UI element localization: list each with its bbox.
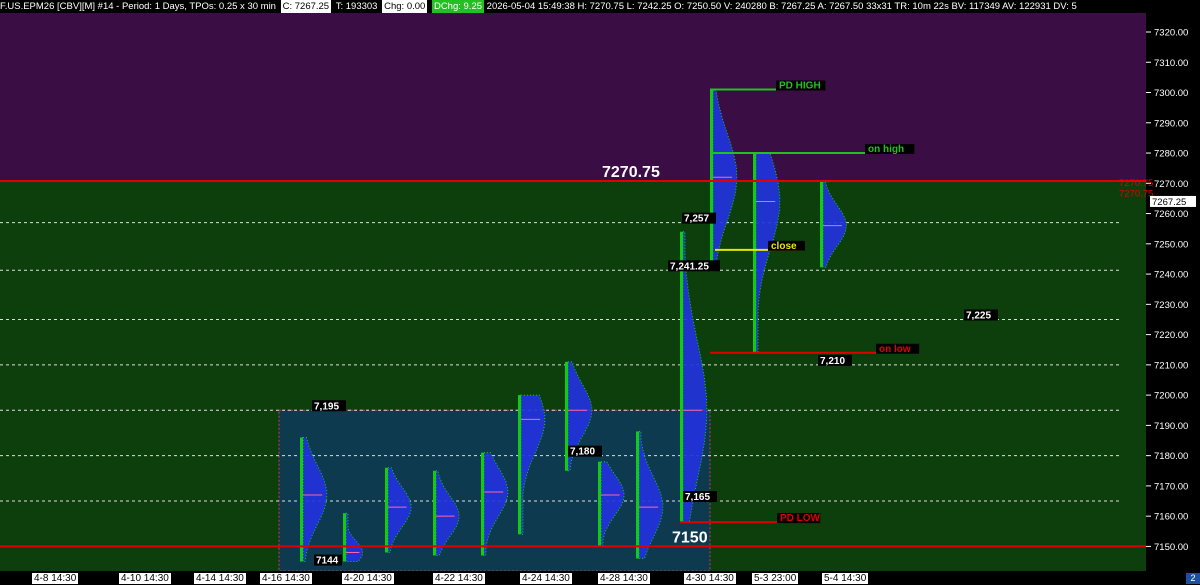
y-tick-label: 7230.00 [1154, 300, 1188, 311]
level-label: 7144 [316, 556, 339, 567]
level-label: 7270.75 [602, 164, 660, 181]
annotation-label: on high [868, 144, 904, 155]
x-axis-label: 4-30 14:30 [684, 573, 736, 584]
level-label: 7150 [672, 529, 708, 546]
price-tag: 7270.75 [1119, 189, 1153, 200]
y-tick-label: 7280.00 [1154, 149, 1188, 160]
y-tick-label: 7220.00 [1154, 330, 1188, 341]
level-label: 7,241.25 [670, 261, 709, 272]
y-tick-label: 7210.00 [1154, 360, 1188, 371]
annotation-label: on low [879, 344, 911, 355]
profile-range-bar [433, 470, 436, 556]
x-axis-label: 4-24 14:30 [520, 573, 572, 584]
level-label: 7,180 [570, 447, 595, 458]
x-axis-label: 4-8 14:30 [32, 573, 79, 584]
x-axis-label: 4-10 14:30 [119, 573, 171, 584]
level-label: 7,257 [684, 214, 709, 225]
x-axis-label: 4-16 14:30 [260, 573, 312, 584]
y-tick-label: 7310.00 [1154, 58, 1188, 69]
y-tick-label: 7320.00 [1154, 28, 1188, 39]
level-label: 7,225 [966, 310, 991, 321]
x-axis[interactable]: 4-8 14:30 4-10 14:30 4-14 14:30 4-16 14:30 4… [0, 571, 1200, 585]
y-tick-label: 7270.00 [1154, 179, 1188, 190]
annotation-label: PD HIGH [779, 80, 821, 91]
y-tick-label: 7260.00 [1154, 209, 1188, 220]
y-tick-label: 7300.00 [1154, 88, 1188, 99]
market-profile-chart[interactable]: PD HIGHon highcloseon lowPD LOW 7270.757… [0, 0, 1200, 571]
profile-range-bar [385, 467, 388, 553]
y-tick-label: 7200.00 [1154, 391, 1188, 402]
x-axis-label: 4-28 14:30 [598, 573, 650, 584]
y-tick-label: 7190.00 [1154, 421, 1188, 432]
annotation-label: close [771, 241, 797, 252]
y-tick-label: 7150.00 [1154, 542, 1188, 553]
level-label: 7,195 [314, 401, 339, 412]
chart-background-upper [0, 13, 1146, 181]
y-tick-label: 7170.00 [1154, 481, 1188, 492]
y-tick-label: 7290.00 [1154, 118, 1188, 129]
price-tag: 7270.75 [1119, 178, 1153, 189]
y-tick-label: 7250.00 [1154, 239, 1188, 250]
x-axis-label: 4-14 14:30 [194, 573, 246, 584]
y-tick-label: 7240.00 [1154, 270, 1188, 281]
level-label: 7,210 [820, 356, 845, 367]
y-tick-label: 7160.00 [1154, 512, 1188, 523]
x-axis-label: 4-20 14:30 [342, 573, 394, 584]
level-label: 7,165 [685, 492, 710, 503]
x-axis-label: 4-22 14:30 [433, 573, 485, 584]
y-tick-label: 7180.00 [1154, 451, 1188, 462]
x-axis-label: 5-4 14:30 [822, 573, 869, 584]
annotation-label: PD LOW [780, 513, 821, 524]
x-axis-label: 5-3 23:00 [752, 573, 799, 584]
price-tag: 7267.25 [1152, 197, 1186, 208]
zoom-badge[interactable]: 2 [1186, 573, 1200, 584]
profile-range-bar [636, 431, 639, 559]
